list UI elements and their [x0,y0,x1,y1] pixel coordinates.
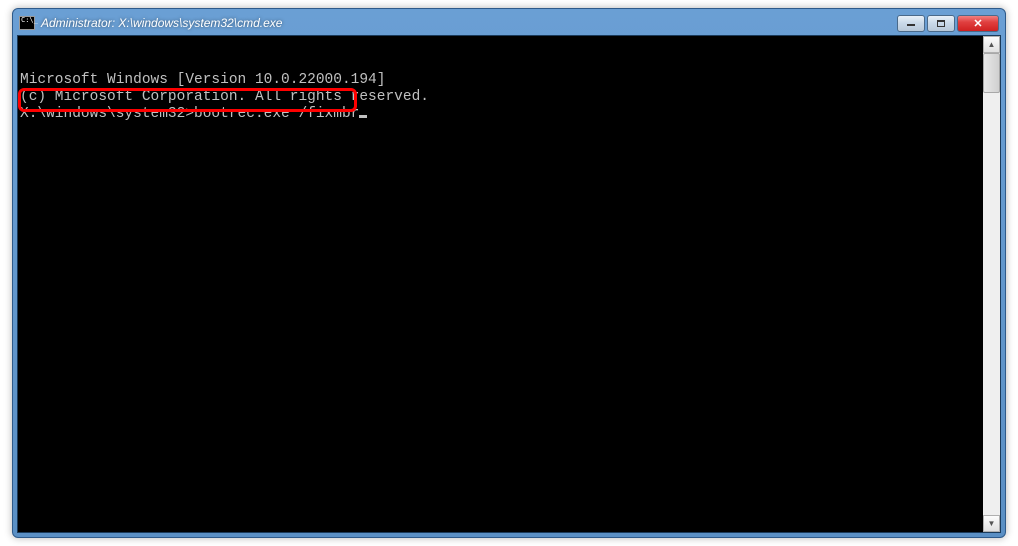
console-area[interactable]: Microsoft Windows [Version 10.0.22000.19… [17,35,1001,533]
scroll-up-button[interactable]: ▲ [983,36,1000,53]
titlebar[interactable]: Administrator: X:\windows\system32\cmd.e… [17,13,1001,35]
close-icon: ✕ [973,17,982,30]
minimize-icon [907,24,915,26]
close-button[interactable]: ✕ [957,15,999,32]
command-text: bootrec.exe /fixmbr [194,106,359,122]
scroll-down-button[interactable]: ▼ [983,515,1000,532]
cmd-icon [19,16,35,30]
window-controls: ✕ [897,15,999,32]
scroll-track[interactable] [983,53,1000,515]
maximize-icon [937,20,945,27]
maximize-button[interactable] [927,15,955,32]
version-line: Microsoft Windows [Version 10.0.22000.19… [20,72,1000,89]
text-cursor [359,115,367,118]
console-output: Microsoft Windows [Version 10.0.22000.19… [18,36,1000,532]
scroll-thumb[interactable] [983,53,1000,93]
vertical-scrollbar[interactable]: ▲ ▼ [983,36,1000,532]
prompt-line: X:\windows\system32>bootrec.exe /fixmbr [20,106,1000,123]
window-frame: Administrator: X:\windows\system32\cmd.e… [12,8,1006,538]
copyright-line: (c) Microsoft Corporation. All rights re… [20,89,1000,106]
window-title: Administrator: X:\windows\system32\cmd.e… [41,16,897,30]
prompt-text: X:\windows\system32> [20,106,194,122]
minimize-button[interactable] [897,15,925,32]
